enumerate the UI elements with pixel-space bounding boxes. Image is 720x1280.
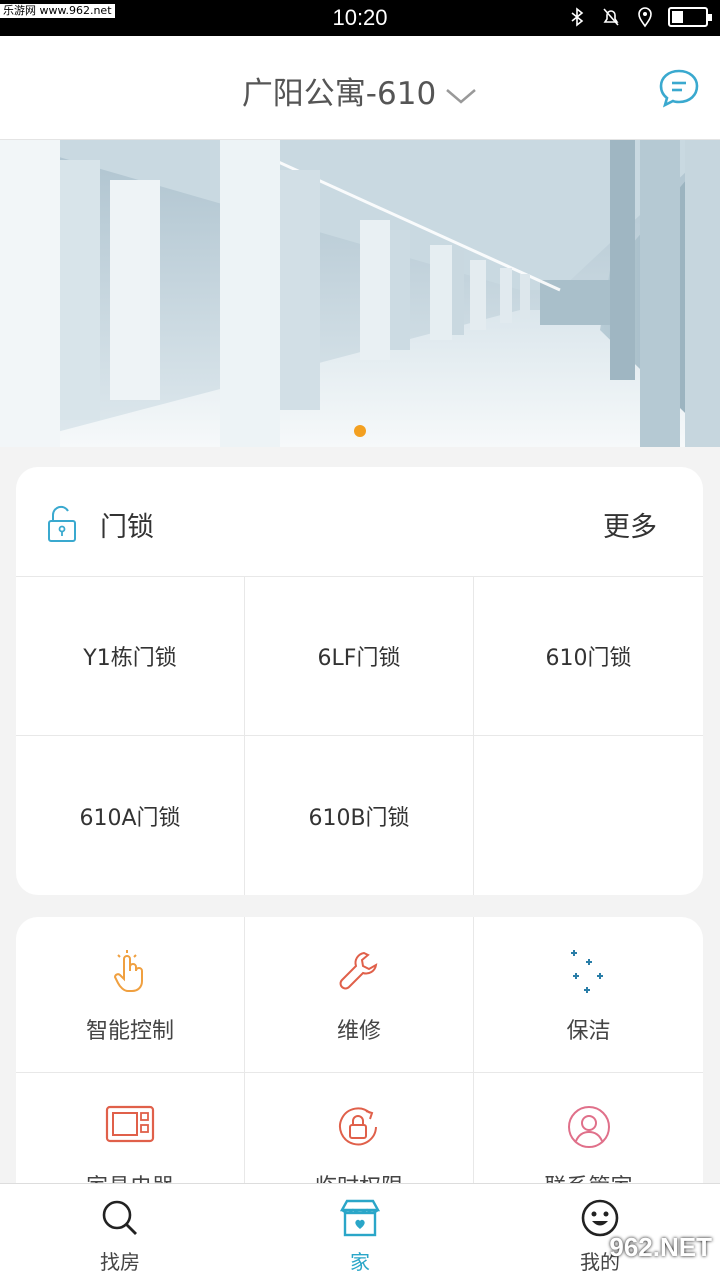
tap-hand-icon — [113, 950, 143, 992]
home-icon — [339, 1199, 381, 1237]
status-bar: 乐游网 www.962.net 10:20 — [0, 0, 720, 36]
message-icon[interactable] — [658, 68, 700, 108]
search-icon — [102, 1200, 137, 1235]
door-lock-card: 门锁 更多 Y1栋门锁 6LF门锁 610门锁 610A门锁 610B门锁 — [16, 467, 703, 895]
lock-grid: Y1栋门锁 6LF门锁 610门锁 610A门锁 610B门锁 — [16, 577, 703, 895]
bluetooth-icon — [571, 7, 584, 27]
door-lock-header: 门锁 更多 — [16, 467, 703, 577]
door-lock-title: 门锁 — [100, 512, 154, 543]
nav-label: 家 — [350, 1250, 370, 1274]
service-label: 维修 — [336, 1019, 381, 1044]
building-selector[interactable]: 广阳公寓-610 — [0, 68, 720, 113]
lock-item[interactable]: 6LF门锁 — [245, 577, 474, 736]
nav-home[interactable]: 家 — [240, 1184, 480, 1280]
services-grid: 智能控制 维修 保洁 — [16, 917, 703, 1217]
banner-carousel[interactable] — [0, 140, 720, 447]
banner-image — [0, 140, 720, 447]
lock-item[interactable]: 610B门锁 — [245, 736, 474, 895]
page-title: 广阳公寓-610 — [241, 76, 437, 112]
unlock-icon — [48, 505, 76, 542]
lock-grid-empty-cell — [474, 736, 703, 895]
wrench-icon — [339, 951, 378, 990]
battery-icon — [668, 7, 712, 27]
chevron-down-icon — [446, 88, 476, 104]
bell-muted-icon — [603, 8, 619, 26]
status-icons — [566, 6, 712, 28]
service-smart-control[interactable]: 智能控制 — [16, 917, 245, 1073]
lock-item[interactable]: 610门锁 — [474, 577, 703, 736]
more-link[interactable]: 更多 — [603, 505, 657, 544]
person-icon — [567, 1106, 610, 1148]
header: 广阳公寓-610 — [0, 36, 720, 140]
location-icon — [638, 7, 652, 28]
service-repair[interactable]: 维修 — [245, 917, 474, 1073]
lock-item[interactable]: 610A门锁 — [16, 736, 245, 895]
service-label: 保洁 — [566, 1019, 611, 1044]
service-cleaning[interactable]: 保洁 — [474, 917, 703, 1073]
rotate-lock-icon — [339, 1107, 377, 1146]
service-label: 智能控制 — [85, 1019, 174, 1044]
watermark-logo: 962.NET — [609, 1232, 712, 1262]
lock-item[interactable]: Y1栋门锁 — [16, 577, 245, 736]
nav-find-room[interactable]: 找房 — [0, 1184, 240, 1280]
carousel-indicator-dot[interactable] — [354, 425, 366, 437]
nav-label: 找房 — [100, 1250, 140, 1274]
sparkle-icon — [570, 950, 603, 993]
microwave-icon — [105, 1105, 155, 1143]
services-card: 智能控制 维修 保洁 — [16, 917, 703, 1217]
